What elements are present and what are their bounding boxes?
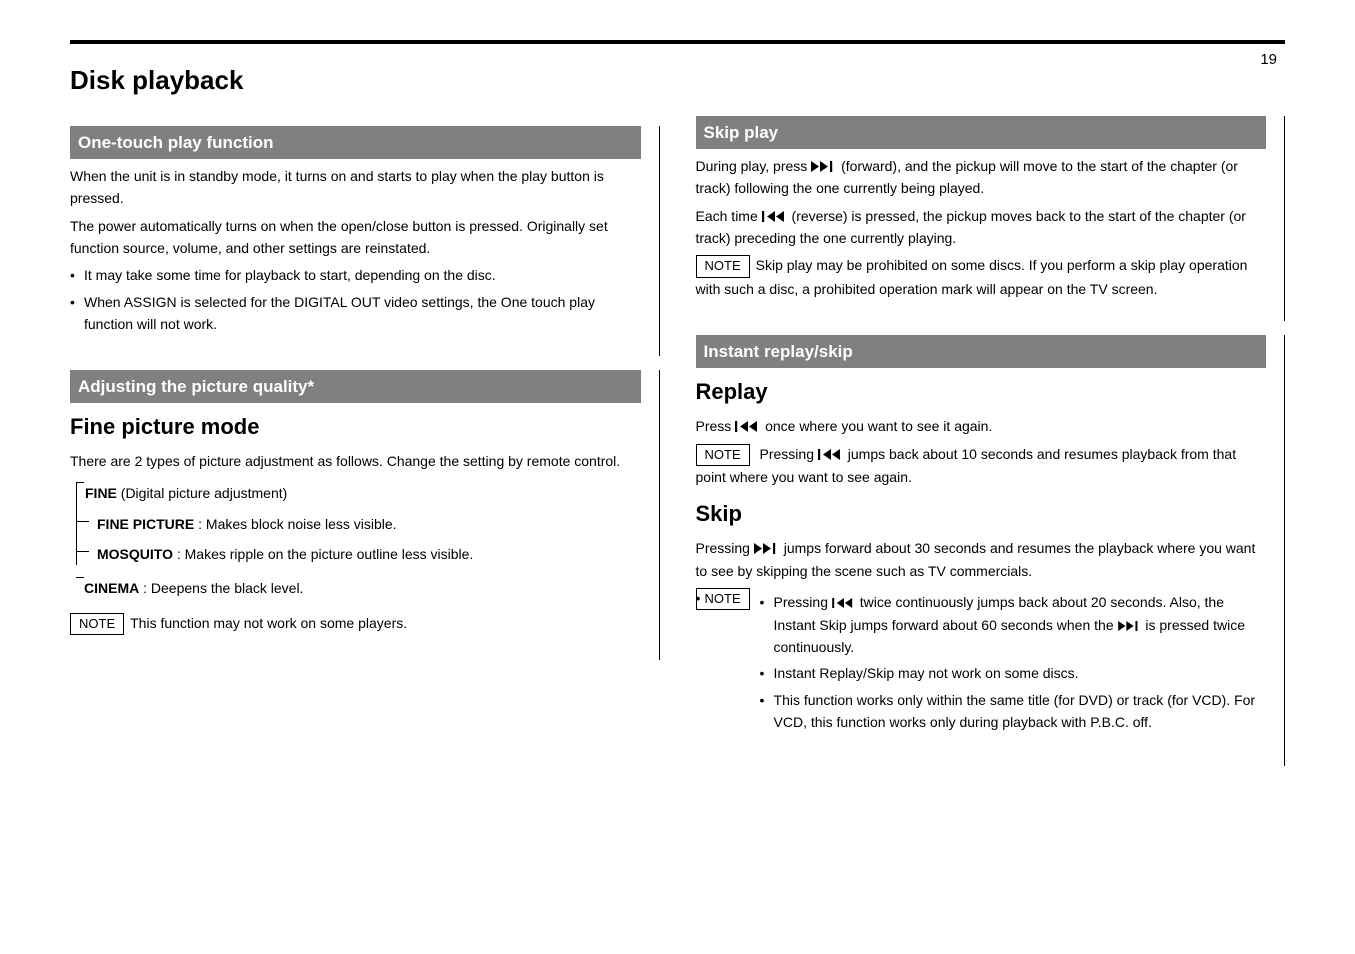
subhead-replay: Replay: [696, 374, 1267, 409]
prev-track-icon: [762, 211, 788, 222]
paragraph: Press once where you want to see it agai…: [696, 415, 1267, 437]
section-head-instant: Instant replay/skip: [696, 335, 1267, 368]
paragraph: There are 2 types of picture adjustment …: [70, 450, 641, 472]
page-number: 19: [1260, 48, 1277, 72]
note-label: NOTE: [696, 444, 750, 466]
settings-tree: FINE (Digital picture adjustment) FINE P…: [76, 482, 641, 600]
bullet: It may take some time for playback to st…: [70, 264, 641, 286]
note-block: NOTE Pressing twice continuously jumps b…: [696, 587, 1267, 737]
paragraph: When the unit is in standby mode, it tur…: [70, 165, 641, 210]
node-desc: Makes ripple on the picture outline less…: [185, 546, 474, 562]
prev-track-icon: [818, 449, 844, 460]
node-desc: Makes block noise less visible.: [206, 516, 397, 532]
bullet: Instant Replay/Skip may not work on some…: [760, 662, 1261, 684]
bullet: Pressing twice continuously jumps back a…: [760, 591, 1261, 658]
section-head-one-touch: One-touch play function: [70, 126, 641, 159]
section-head-picture: Adjusting the picture quality*: [70, 370, 641, 403]
node-desc: Deepens the black level.: [151, 580, 304, 596]
bullet: This function works only within the same…: [760, 689, 1261, 734]
subhead-fine-picture-mode: Fine picture mode: [70, 409, 641, 444]
section-instant-replay: Instant replay/skip Replay Press once wh…: [696, 335, 1286, 766]
note-label: NOTE: [696, 255, 750, 277]
paragraph: Pressing jumps forward about 30 seconds …: [696, 537, 1267, 582]
subhead-skip: Skip: [696, 496, 1267, 531]
note-row: NOTEThis function may not work on some p…: [70, 612, 641, 635]
paragraph: The power automatically turns on when th…: [70, 215, 641, 260]
section-skip-play: Skip play During play, press (forward), …: [696, 116, 1286, 321]
node-fine: FINE: [85, 485, 117, 501]
next-track-icon: [754, 543, 780, 554]
note-label: NOTE: [70, 613, 124, 635]
top-rule: [70, 40, 1285, 44]
prev-track-icon: [735, 421, 761, 432]
node-mosquito: MOSQUITO: [97, 546, 173, 562]
section-one-touch: One-touch play function When the unit is…: [70, 126, 660, 356]
bullet: When ASSIGN is selected for the DIGITAL …: [70, 291, 641, 336]
prev-track-icon: [832, 598, 856, 608]
note-row: NOTESkip play may be prohibited on some …: [696, 254, 1267, 300]
page-title: Disk playback: [70, 60, 1285, 102]
paragraph: During play, press (forward), and the pi…: [696, 155, 1267, 200]
node-fine-picture: FINE PICTURE: [97, 516, 194, 532]
node-cinema: CINEMA: [84, 580, 139, 596]
next-track-icon: [1118, 621, 1142, 631]
section-picture-quality: Adjusting the picture quality* Fine pict…: [70, 370, 660, 661]
note-label: NOTE: [696, 588, 750, 610]
section-head-skip: Skip play: [696, 116, 1267, 149]
next-track-icon: [811, 161, 837, 172]
paragraph: Each time (reverse) is pressed, the pick…: [696, 205, 1267, 250]
note-row: NOTE Pressing jumps back about 10 second…: [696, 443, 1267, 489]
node-desc: (Digital picture adjustment): [121, 485, 288, 501]
